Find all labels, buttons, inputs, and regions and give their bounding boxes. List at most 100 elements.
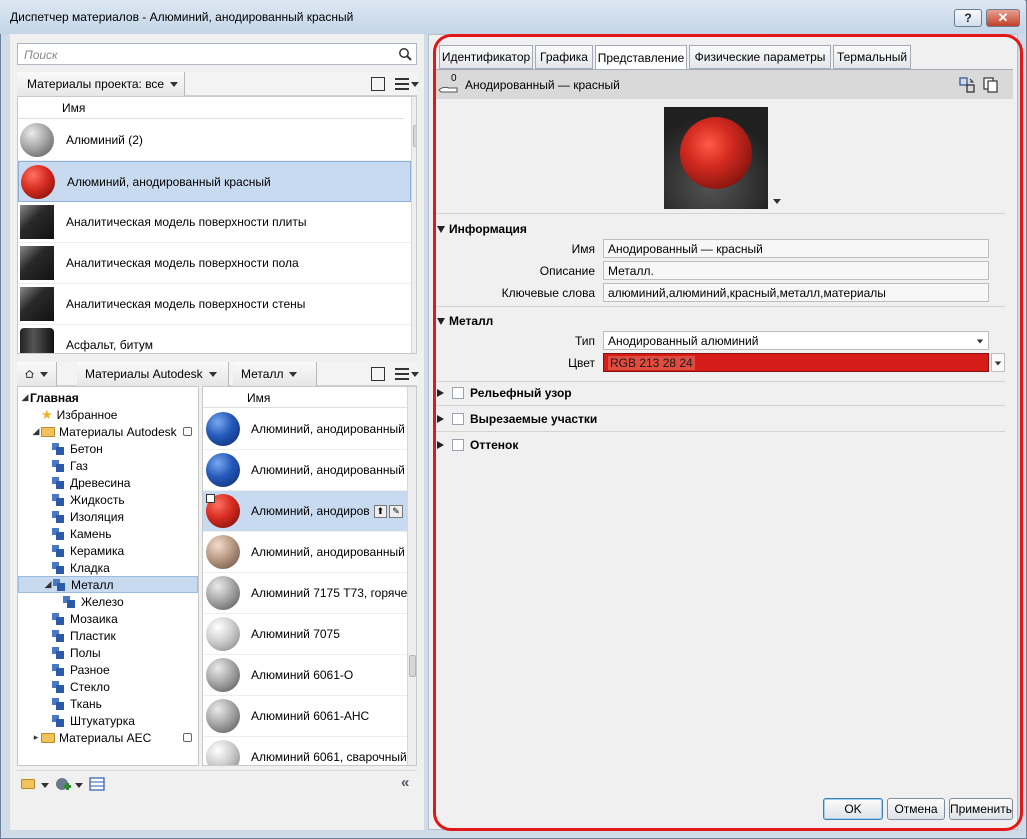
material-thumbnail — [20, 246, 54, 280]
color-field[interactable]: RGB 213 28 24 — [603, 353, 989, 372]
ok-button[interactable]: OK — [823, 798, 883, 820]
project-material-row[interactable]: Аналитическая модель поверхности плиты — [18, 202, 411, 243]
project-material-row[interactable]: Алюминий (2) — [18, 120, 411, 161]
tree-item[interactable]: Стекло — [18, 678, 198, 695]
tree-item[interactable]: Разное — [18, 661, 198, 678]
tree-item[interactable]: ▸ Материалы AEC — [18, 729, 198, 746]
panel-view-icon[interactable] — [371, 77, 385, 91]
tree-expander-icon[interactable]: ▸ — [31, 732, 41, 743]
library-material-row[interactable]: Алюминий 6061-AHC — [203, 696, 407, 737]
library-material-row[interactable]: Алюминий 6061-O — [203, 655, 407, 696]
library-material-row[interactable]: Алюминий, анодированный — [203, 450, 407, 491]
chevron-down-icon[interactable] — [41, 783, 49, 788]
library-material-row[interactable]: Алюминий, анодиров ⬆ ✎ — [203, 491, 407, 532]
tree-item[interactable]: Жидкость — [18, 491, 198, 508]
column-header-name[interactable]: Имя — [18, 97, 404, 119]
tree-item[interactable]: Железо — [18, 593, 198, 610]
tab-appearance[interactable]: Представление — [595, 45, 687, 70]
tree-item[interactable]: ◢ Металл — [18, 576, 198, 593]
library-material-label: Алюминий 6061-AHC — [251, 709, 370, 723]
tree-item[interactable]: Полы — [18, 644, 198, 661]
library-material-row[interactable]: Алюминий, анодированный — [203, 409, 407, 450]
add-to-document-icon[interactable]: ⬆ — [373, 504, 388, 518]
type-dropdown[interactable]: Анодированный алюминий — [603, 331, 989, 350]
close-button[interactable]: ✕ — [986, 9, 1020, 27]
asset-browser-icon[interactable] — [89, 776, 105, 792]
project-material-row[interactable]: Асфальт, битум — [18, 325, 411, 353]
scrollbar-thumb[interactable] — [413, 125, 416, 147]
tree-item[interactable]: ★ Избранное — [18, 406, 198, 423]
tree-item[interactable]: Бетон — [18, 440, 198, 457]
category-icon — [52, 663, 64, 676]
tree-expander-icon[interactable]: ◢ — [43, 579, 53, 590]
panel-view-icon[interactable] — [371, 367, 385, 381]
edit-material-icon[interactable]: ✎ — [389, 504, 403, 518]
tree-item[interactable]: ◢ Главная — [18, 389, 198, 406]
tree-item[interactable]: Ткань — [18, 695, 198, 712]
color-options-button[interactable] — [991, 353, 1005, 372]
library-material-row[interactable]: Алюминий, анодированный — [203, 532, 407, 573]
tree-item[interactable]: Кладка — [18, 559, 198, 576]
project-material-row[interactable]: Алюминий, анодированный красный — [18, 161, 411, 202]
tree-item[interactable]: Штукатурка — [18, 712, 198, 729]
description-field[interactable]: Металл. — [603, 261, 989, 280]
tree-item[interactable]: Пластик — [18, 627, 198, 644]
tree-expander-icon[interactable]: ◢ — [20, 392, 30, 403]
replace-asset-icon[interactable] — [959, 77, 975, 93]
keywords-field[interactable]: алюминий,алюминий,красный,металл,материа… — [603, 283, 989, 302]
tree-item[interactable]: ◢ Материалы Autodesk — [18, 423, 198, 440]
tree-item[interactable]: Газ — [18, 457, 198, 474]
collapse-triangle-icon — [437, 389, 444, 397]
material-preview[interactable] — [664, 107, 768, 209]
apply-button[interactable]: Применить — [949, 798, 1013, 820]
preview-options-chevron-down-icon[interactable] — [773, 199, 781, 204]
tree-item[interactable]: Керамика — [18, 542, 198, 559]
tree-item[interactable]: Изоляция — [18, 508, 198, 525]
library-material-row[interactable]: Алюминий 7075 — [203, 614, 407, 655]
library-material-row[interactable]: Алюминий 7175 T73, горячей — [203, 573, 407, 614]
tree-item[interactable]: Камень — [18, 525, 198, 542]
scrollbar-thumb[interactable] — [409, 655, 416, 677]
project-material-label: Аналитическая модель поверхности стены — [66, 297, 306, 311]
breadcrumb-category[interactable]: Металл — [233, 362, 317, 386]
relief-pattern-checkbox[interactable] — [452, 387, 464, 399]
tab-thermal[interactable]: Термальный — [833, 45, 911, 69]
tree-item-label: Изоляция — [70, 509, 124, 524]
project-filter-dropdown[interactable]: Материалы проекта: все — [17, 72, 186, 96]
name-field[interactable]: Анодированный — красный — [603, 239, 989, 258]
section-information[interactable]: Информация — [437, 219, 527, 239]
project-material-row[interactable]: Аналитическая модель поверхности стены — [18, 284, 411, 325]
tab-graphics[interactable]: Графика — [535, 45, 593, 69]
cancel-button[interactable]: Отмена — [887, 798, 945, 820]
list-options-icon[interactable] — [395, 368, 409, 380]
folder-key-icon[interactable] — [21, 778, 39, 792]
section-metal[interactable]: Металл — [437, 311, 493, 331]
duplicate-asset-icon[interactable] — [983, 77, 999, 93]
tab-identity[interactable]: Идентификатор — [439, 45, 533, 69]
create-material-icon[interactable] — [55, 776, 71, 792]
tree-item[interactable]: Мозаика — [18, 610, 198, 627]
library-scrollbar[interactable] — [407, 387, 416, 765]
collapse-left-icon[interactable]: « — [401, 774, 409, 791]
chevron-down-icon[interactable] — [75, 783, 83, 788]
section-cutouts[interactable]: Вырезаемые участки — [437, 409, 597, 429]
breadcrumb-library[interactable]: Материалы Autodesk — [77, 362, 229, 386]
project-material-row[interactable]: Аналитическая модель поверхности пола — [18, 243, 411, 284]
chevron-down-icon[interactable] — [411, 82, 419, 87]
section-tint[interactable]: Оттенок — [437, 435, 518, 455]
tab-physical[interactable]: Физические параметры — [689, 45, 831, 69]
tree-item[interactable]: Древесина — [18, 474, 198, 491]
search-input[interactable]: Поиск — [17, 43, 417, 65]
home-button[interactable] — [17, 362, 57, 386]
search-icon[interactable] — [398, 47, 412, 61]
section-relief-pattern[interactable]: Рельефный узор — [437, 383, 572, 403]
list-options-icon[interactable] — [395, 78, 409, 90]
library-material-row[interactable]: Алюминий 6061, сварочный — [203, 737, 407, 765]
tint-checkbox[interactable] — [452, 439, 464, 451]
column-header-name[interactable]: Имя — [203, 387, 407, 408]
project-scrollbar[interactable] — [411, 97, 416, 353]
chevron-down-icon[interactable] — [411, 372, 419, 377]
tree-expander-icon[interactable]: ◢ — [31, 426, 41, 437]
help-button[interactable]: ? — [954, 9, 982, 27]
cutouts-checkbox[interactable] — [452, 413, 464, 425]
